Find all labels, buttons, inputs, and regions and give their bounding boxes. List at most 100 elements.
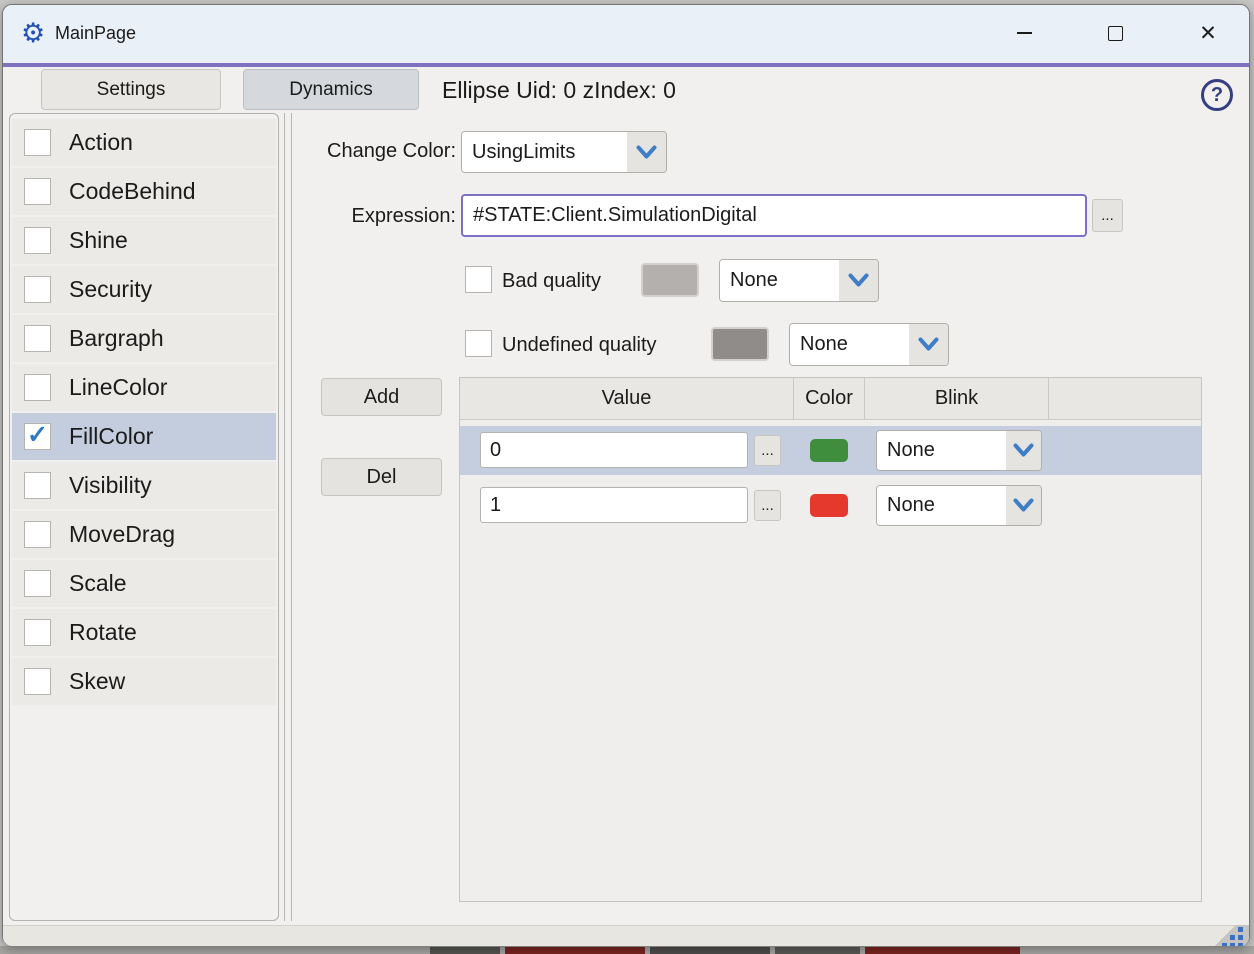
check-icon: ✓ xyxy=(27,423,48,448)
bad-quality-blink-select[interactable]: None xyxy=(719,259,879,302)
close-icon: ✕ xyxy=(1199,23,1217,44)
checkbox[interactable] xyxy=(24,178,51,205)
row-blink-value: None xyxy=(877,431,1006,470)
add-button[interactable]: Add xyxy=(321,378,442,416)
change-color-label: Change Color: xyxy=(283,140,456,163)
sidebar-item-label: LineColor xyxy=(69,374,167,401)
chevron-down-icon[interactable] xyxy=(1006,431,1041,470)
sidebar-item-label: CodeBehind xyxy=(69,178,196,205)
expression-label: Expression: xyxy=(283,205,456,228)
sidebar-item-label: Visibility xyxy=(69,472,152,499)
background-fragment xyxy=(505,947,645,954)
maximize-button[interactable] xyxy=(1092,5,1138,61)
del-button[interactable]: Del xyxy=(321,458,442,496)
sidebar-list: Action CodeBehind Shine Security Bargrap… xyxy=(9,113,279,921)
row-value-input[interactable] xyxy=(480,432,748,468)
checkbox[interactable] xyxy=(24,227,51,254)
undefined-quality-color-swatch[interactable] xyxy=(711,327,769,361)
column-header-value: Value xyxy=(460,378,794,419)
row-blink-select[interactable]: None xyxy=(876,430,1042,471)
context-label: Ellipse Uid: 0 zIndex: 0 xyxy=(442,77,676,104)
checkbox[interactable] xyxy=(24,374,51,401)
undefined-quality-blink-value: None xyxy=(790,324,909,365)
checkbox[interactable] xyxy=(24,619,51,646)
row-browse-button[interactable]: ... xyxy=(754,490,781,521)
bad-quality-checkbox[interactable] xyxy=(465,266,492,293)
expression-input[interactable] xyxy=(461,194,1087,237)
sidebar-item-linecolor[interactable]: LineColor xyxy=(12,364,276,411)
checkbox[interactable] xyxy=(24,325,51,352)
sidebar-item-label: Action xyxy=(69,129,133,156)
sidebar-item-fillcolor[interactable]: ✓ FillColor xyxy=(12,413,276,460)
row-browse-button[interactable]: ... xyxy=(754,435,781,466)
background-fragment xyxy=(865,947,1020,954)
checkbox[interactable] xyxy=(24,276,51,303)
checkbox[interactable] xyxy=(24,129,51,156)
help-icon[interactable]: ? xyxy=(1201,79,1233,111)
chevron-down-icon[interactable] xyxy=(839,260,878,301)
tab-settings[interactable]: Settings xyxy=(41,69,221,110)
sidebar-item-security[interactable]: Security xyxy=(12,266,276,313)
row-blink-select[interactable]: None xyxy=(876,485,1042,526)
splitter-handle[interactable] xyxy=(284,113,292,921)
table-row[interactable]: ... None xyxy=(460,481,1201,530)
undefined-quality-label: Undefined quality xyxy=(502,334,657,357)
bad-quality-color-swatch[interactable] xyxy=(641,263,699,297)
gear-app-icon: ⚙ xyxy=(21,19,45,47)
row-blink-value: None xyxy=(877,486,1006,525)
checkbox[interactable] xyxy=(24,521,51,548)
resize-grip[interactable] xyxy=(1207,925,1249,946)
close-button[interactable]: ✕ xyxy=(1185,5,1231,61)
value-table: Value Color Blink ... None ... None xyxy=(459,377,1202,902)
maximize-icon xyxy=(1108,26,1123,41)
sidebar-item-shine[interactable]: Shine xyxy=(12,217,276,264)
sidebar-item-skew[interactable]: Skew xyxy=(12,658,276,705)
sidebar-item-label: Bargraph xyxy=(69,325,164,352)
sidebar-item-action[interactable]: Action xyxy=(12,119,276,166)
sidebar-item-label: Rotate xyxy=(69,619,137,646)
sidebar-item-label: FillColor xyxy=(69,423,153,450)
background-fragment xyxy=(775,947,860,954)
change-color-value: UsingLimits xyxy=(462,132,627,172)
tab-dynamics[interactable]: Dynamics xyxy=(243,69,419,110)
background-fragment xyxy=(650,947,770,954)
checkbox[interactable] xyxy=(24,570,51,597)
expression-browse-button[interactable]: ... xyxy=(1092,199,1123,232)
window-title: MainPage xyxy=(55,23,136,44)
chevron-down-icon[interactable] xyxy=(909,324,948,365)
sidebar-item-label: Skew xyxy=(69,668,125,695)
value-table-header: Value Color Blink xyxy=(460,378,1201,420)
change-color-select[interactable]: UsingLimits xyxy=(461,131,667,173)
sidebar-item-codebehind[interactable]: CodeBehind xyxy=(12,168,276,215)
checkbox[interactable] xyxy=(24,668,51,695)
minimize-icon xyxy=(1017,32,1032,34)
checkbox[interactable]: ✓ xyxy=(24,423,51,450)
sidebar-item-bargraph[interactable]: Bargraph xyxy=(12,315,276,362)
row-value-input[interactable] xyxy=(480,487,748,523)
checkbox[interactable] xyxy=(24,472,51,499)
table-row[interactable]: ... None xyxy=(460,426,1201,475)
column-header-extra xyxy=(1049,378,1201,419)
row-color-swatch[interactable] xyxy=(810,494,848,517)
undefined-quality-checkbox[interactable] xyxy=(465,330,492,357)
status-bar xyxy=(3,925,1249,946)
sidebar-item-label: Scale xyxy=(69,570,127,597)
row-color-swatch[interactable] xyxy=(810,439,848,462)
value-table-body: ... None ... None xyxy=(460,426,1201,530)
chevron-down-icon[interactable] xyxy=(1006,486,1041,525)
minimize-button[interactable] xyxy=(1001,5,1047,61)
undefined-quality-blink-select[interactable]: None xyxy=(789,323,949,366)
sidebar-item-label: Shine xyxy=(69,227,128,254)
background-fragment xyxy=(430,947,500,954)
main-window: ⚙ MainPage ✕ Settings Dynamics Ellipse U… xyxy=(2,4,1250,946)
bad-quality-blink-value: None xyxy=(720,260,839,301)
chevron-down-icon[interactable] xyxy=(627,132,666,172)
sidebar-item-visibility[interactable]: Visibility xyxy=(12,462,276,509)
sidebar-item-scale[interactable]: Scale xyxy=(12,560,276,607)
sidebar-item-movedrag[interactable]: MoveDrag xyxy=(12,511,276,558)
sidebar-item-label: Security xyxy=(69,276,152,303)
column-header-color: Color xyxy=(794,378,865,419)
title-bar[interactable]: ⚙ MainPage ✕ xyxy=(3,5,1249,63)
screen: ⚙ MainPage ✕ Settings Dynamics Ellipse U… xyxy=(0,0,1254,954)
sidebar-item-rotate[interactable]: Rotate xyxy=(12,609,276,656)
